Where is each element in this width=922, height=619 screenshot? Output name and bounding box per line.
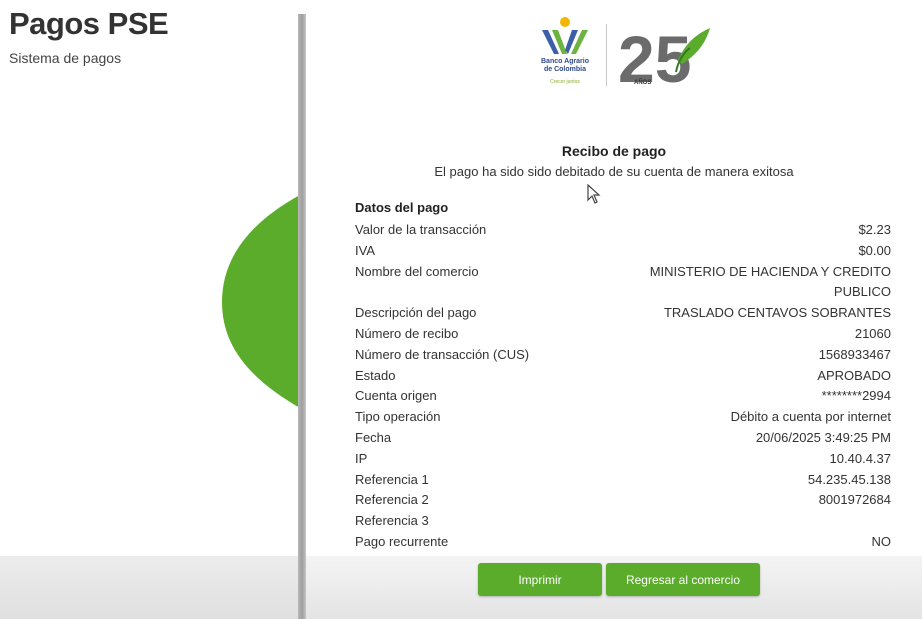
logo-separator — [606, 24, 607, 86]
detail-row: Nombre del comercio MINISTERIO DE HACIEN… — [355, 262, 891, 304]
receipt-title: Recibo de pago — [561, 143, 667, 159]
detail-label: Estado — [355, 367, 396, 383]
detail-value: ********2994 — [821, 388, 891, 404]
detail-label: Número de recibo — [355, 325, 459, 341]
detail-value: 1568933467 — [818, 346, 891, 362]
detail-label: Descripción del pago — [355, 305, 477, 321]
bank-name: Banco Agrario de Colombia — [541, 58, 589, 73]
detail-value: 8001972684 — [818, 492, 891, 508]
print-button[interactable]: Imprimir — [478, 563, 602, 596]
detail-row: Referencia 3 — [355, 511, 891, 532]
detail-label: Fecha — [355, 429, 392, 445]
detail-row: Estado APROBADO — [355, 366, 891, 387]
detail-value: 21060 — [854, 325, 891, 341]
detail-row: Referencia 1 54.235.45.138 — [355, 470, 891, 491]
detail-row: Descripción del pago TRASLADO CENTAVOS S… — [355, 303, 891, 324]
detail-value: 54.235.45.138 — [807, 471, 891, 487]
bank-slogan: Crecer juntos — [550, 79, 580, 85]
anniversary-label: AÑOS — [634, 80, 652, 86]
detail-row: IVA $0.00 — [355, 241, 891, 262]
return-to-merchant-button[interactable]: Regresar al comercio — [606, 563, 760, 596]
detail-label: IVA — [355, 242, 375, 258]
detail-label: Cuenta origen — [355, 388, 437, 404]
section-title: Datos del pago — [355, 200, 449, 215]
detail-row: Tipo operación Débito a cuenta por inter… — [355, 407, 891, 428]
panel-divider — [298, 14, 306, 619]
payment-details: Valor de la transacción $2.23 IVA $0.00 … — [355, 220, 891, 553]
mouse-cursor-icon — [587, 184, 601, 204]
detail-row: Valor de la transacción $2.23 — [355, 220, 891, 241]
detail-row: Cuenta origen ********2994 — [355, 386, 891, 407]
detail-label: Valor de la transacción — [355, 222, 487, 237]
detail-label: Número de transacción (CUS) — [355, 346, 530, 362]
detail-label: Referencia 3 — [355, 513, 429, 529]
detail-value: 20/06/2025 3:49:25 PM — [755, 429, 891, 445]
detail-label: Tipo operación — [355, 409, 441, 425]
detail-label: Pago recurrente — [355, 533, 449, 549]
detail-row: Número de transacción (CUS) 1568933467 — [355, 345, 891, 366]
detail-label: Referencia 2 — [355, 492, 429, 508]
detail-row: Referencia 2 8001972684 — [355, 490, 891, 511]
bank-logo: Banco Agrario de Colombia Crecer juntos … — [534, 14, 719, 94]
left-footer — [0, 556, 300, 619]
detail-value: $2.23 — [858, 222, 891, 237]
anniversary-25-icon: 25 — [618, 22, 710, 92]
detail-value: Débito a cuenta por internet — [730, 409, 891, 425]
bank-emblem-icon — [542, 17, 588, 54]
left-panel: Pagos PSE Sistema de pagos — [0, 0, 300, 619]
green-leaf-shape — [222, 195, 300, 408]
detail-label: Referencia 1 — [355, 471, 429, 487]
detail-value: MINISTERIO DE HACIENDA Y CREDITO PUBLICO — [649, 263, 891, 300]
receipt-panel: Banco Agrario de Colombia Crecer juntos … — [306, 0, 922, 619]
detail-row: IP 10.40.4.37 — [355, 449, 891, 470]
detail-row: Número de recibo 21060 — [355, 324, 891, 345]
detail-value: APROBADO — [817, 367, 891, 383]
detail-value: 10.40.4.37 — [829, 450, 891, 466]
detail-label: IP — [355, 450, 368, 466]
detail-label: Nombre del comercio — [355, 263, 479, 279]
detail-value: TRASLADO CENTAVOS SOBRANTES — [663, 305, 891, 321]
detail-row: Pago recurrente NO — [355, 532, 891, 553]
detail-value: NO — [871, 533, 892, 549]
detail-value: $0.00 — [858, 242, 891, 258]
receipt-message: El pago ha sido sido debitado de su cuen… — [434, 164, 794, 179]
detail-row: Fecha 20/06/2025 3:49:25 PM — [355, 428, 891, 449]
